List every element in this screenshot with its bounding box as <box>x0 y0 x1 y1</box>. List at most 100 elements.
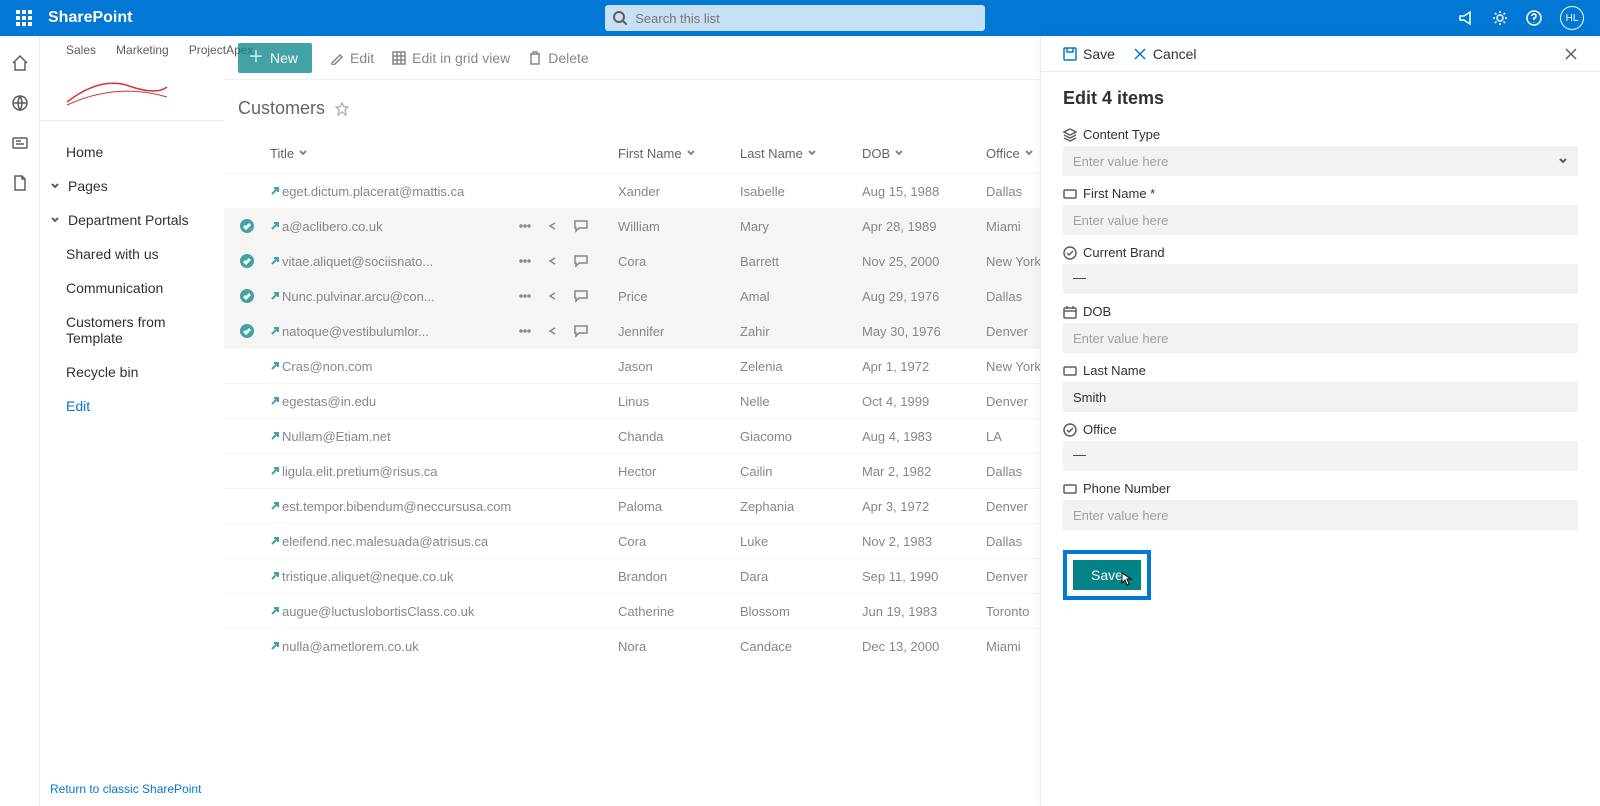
col-firstname[interactable]: First Name <box>618 146 740 161</box>
nav-communication[interactable]: Communication <box>40 271 224 305</box>
pencil-icon <box>330 51 344 65</box>
close-icon <box>1564 47 1578 61</box>
favorite-icon[interactable] <box>335 102 349 116</box>
site-logo[interactable] <box>40 60 224 120</box>
comment-icon[interactable] <box>574 289 588 303</box>
row-lastname: Candace <box>740 639 862 654</box>
row-lastname: Nelle <box>740 394 862 409</box>
nav-home[interactable]: Home <box>40 135 224 169</box>
comment-icon[interactable] <box>574 219 588 233</box>
row-title: est.tempor.bibendum@neccursusa.com <box>282 499 511 514</box>
hub-link[interactable]: Sales <box>66 43 96 57</box>
nav-customers-template[interactable]: Customers from Template <box>40 305 224 355</box>
comment-icon[interactable] <box>574 324 588 338</box>
share-icon[interactable] <box>546 324 560 338</box>
more-icon[interactable] <box>518 219 532 233</box>
link-arrow-icon <box>270 466 280 476</box>
share-icon[interactable] <box>546 254 560 268</box>
row-title: Cras@non.com <box>282 359 373 374</box>
classic-link[interactable]: Return to classic SharePoint <box>40 782 224 806</box>
lastname-input[interactable] <box>1063 382 1578 412</box>
nav-department-portals[interactable]: Department Portals <box>40 203 224 237</box>
text-icon <box>1063 364 1077 378</box>
row-dob: May 30, 1976 <box>862 324 986 339</box>
tag-icon <box>1063 246 1077 260</box>
row-dob: Mar 2, 1982 <box>862 464 986 479</box>
row-title: nulla@ametlorem.co.uk <box>282 639 419 654</box>
row-lastname: Zephania <box>740 499 862 514</box>
more-icon[interactable] <box>518 324 532 338</box>
row-title: eget.dictum.placerat@mattis.ca <box>282 184 464 199</box>
nav-edit[interactable]: Edit <box>40 389 224 423</box>
app-launcher-icon[interactable] <box>0 10 48 26</box>
suite-bar: SharePoint HL <box>0 0 1600 36</box>
row-dob: Apr 28, 1989 <box>862 219 986 234</box>
home-icon[interactable] <box>11 54 29 72</box>
chevron-down-icon <box>1558 156 1568 166</box>
trash-icon <box>528 51 542 65</box>
firstname-input[interactable] <box>1063 205 1578 235</box>
content-type-select[interactable] <box>1063 146 1578 176</box>
save-button[interactable]: Save <box>1073 560 1141 590</box>
col-dob[interactable]: DOB <box>862 146 986 161</box>
row-firstname: Chanda <box>618 429 740 444</box>
avatar[interactable]: HL <box>1560 6 1584 30</box>
delete-command[interactable]: Delete <box>528 50 588 66</box>
phone-input[interactable] <box>1063 500 1578 530</box>
row-title: egestas@in.edu <box>282 394 376 409</box>
news-icon[interactable] <box>11 134 29 152</box>
row-title: a@aclibero.co.uk <box>282 219 383 234</box>
link-arrow-icon <box>270 571 280 581</box>
gear-icon[interactable] <box>1492 10 1508 26</box>
nav-recycle-bin[interactable]: Recycle bin <box>40 355 224 389</box>
hub-link[interactable]: Marketing <box>116 43 169 57</box>
grid-edit-command[interactable]: Edit in grid view <box>392 50 510 66</box>
search-box[interactable] <box>605 5 985 31</box>
field-label: Office <box>1083 422 1117 437</box>
link-arrow-icon <box>270 501 280 511</box>
row-lastname: Dara <box>740 569 862 584</box>
row-firstname: Jennifer <box>618 324 740 339</box>
share-icon[interactable] <box>546 289 560 303</box>
panel-cancel[interactable]: Cancel <box>1133 46 1197 62</box>
col-title[interactable]: Title <box>270 146 518 161</box>
help-icon[interactable] <box>1526 10 1542 26</box>
dob-input[interactable] <box>1063 323 1578 353</box>
currentbrand-value[interactable]: — <box>1063 264 1578 294</box>
office-value[interactable]: — <box>1063 441 1578 471</box>
link-arrow-icon <box>270 606 280 616</box>
new-button[interactable]: ＋New <box>238 43 312 73</box>
list-title: Customers <box>238 98 325 119</box>
row-firstname: Hector <box>618 464 740 479</box>
nav-pages[interactable]: Pages <box>40 169 224 203</box>
x-icon <box>1133 47 1147 61</box>
megaphone-icon[interactable] <box>1458 10 1474 26</box>
more-icon[interactable] <box>518 289 532 303</box>
panel-save[interactable]: Save <box>1063 46 1115 62</box>
file-icon[interactable] <box>11 174 29 192</box>
row-lastname: Barrett <box>740 254 862 269</box>
row-firstname: Price <box>618 289 740 304</box>
row-firstname: Brandon <box>618 569 740 584</box>
row-title: vitae.aliquet@sociisnato... <box>282 254 433 269</box>
col-lastname[interactable]: Last Name <box>740 146 862 161</box>
globe-icon[interactable] <box>11 94 29 112</box>
calendar-icon <box>1063 305 1077 319</box>
nav-shared[interactable]: Shared with us <box>40 237 224 271</box>
link-arrow-icon <box>270 326 280 336</box>
search-input[interactable] <box>635 11 977 26</box>
row-title: eleifend.nec.malesuada@atrisus.ca <box>282 534 488 549</box>
row-lastname: Cailin <box>740 464 862 479</box>
layers-icon <box>1063 128 1077 142</box>
row-lastname: Giacomo <box>740 429 862 444</box>
share-icon[interactable] <box>546 219 560 233</box>
text-icon <box>1063 482 1077 496</box>
panel-close[interactable] <box>1564 47 1578 61</box>
link-arrow-icon <box>270 256 280 266</box>
more-icon[interactable] <box>518 254 532 268</box>
panel-heading: Edit 4 items <box>1063 72 1578 117</box>
save-icon <box>1063 47 1077 61</box>
comment-icon[interactable] <box>574 254 588 268</box>
row-firstname: Catherine <box>618 604 740 619</box>
edit-command[interactable]: Edit <box>330 50 374 66</box>
